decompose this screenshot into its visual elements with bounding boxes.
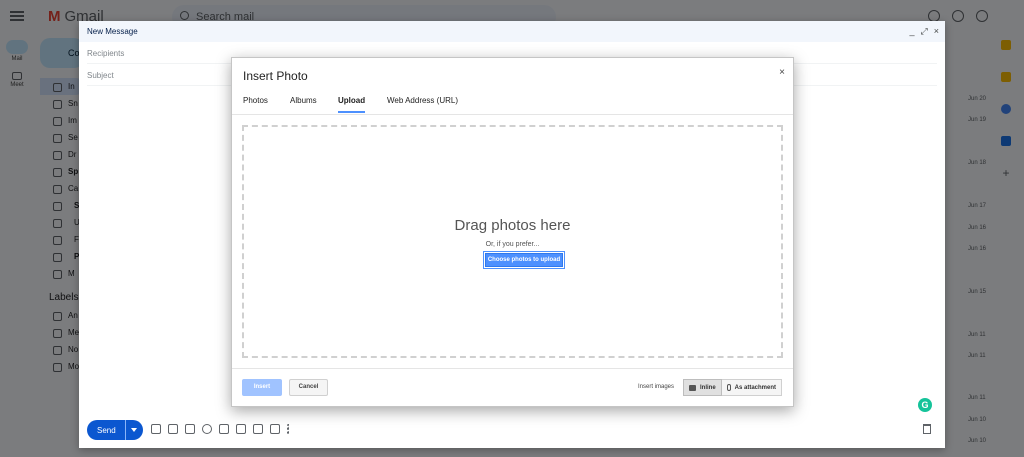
tab-photos[interactable]: Photos — [243, 96, 268, 111]
insert-drive-icon[interactable] — [219, 424, 229, 434]
dialog-tabs: Photos Albums Upload Web Address (URL) — [232, 91, 793, 115]
inline-option-button[interactable]: Inline — [683, 379, 722, 396]
insert-mode-toggle: Inline As attachment — [683, 379, 783, 396]
compose-window-controls: _ ⤢ × — [910, 26, 939, 37]
choose-photos-button[interactable]: Choose photos to upload — [483, 251, 565, 269]
insert-link-icon[interactable] — [185, 424, 195, 434]
dialog-footer: Insert Cancel Insert images Inline As at… — [232, 368, 793, 407]
dialog-close-icon[interactable]: × — [779, 67, 785, 78]
insert-images-label: Insert images — [638, 384, 675, 390]
formatting-options-icon[interactable] — [151, 424, 161, 434]
insert-button[interactable]: Insert — [242, 379, 282, 396]
compose-title: New Message — [87, 27, 138, 36]
send-button[interactable]: Send — [87, 420, 143, 440]
format-icons — [151, 424, 290, 434]
drop-subtitle: Or, if you prefer... — [485, 241, 540, 248]
insert-photo-icon[interactable] — [236, 424, 246, 434]
tab-upload[interactable]: Upload — [338, 96, 366, 113]
grammarly-icon[interactable]: G — [918, 398, 932, 412]
inline-image-icon — [689, 384, 696, 391]
dialog-title: Insert Photo — [243, 69, 308, 83]
drop-title: Drag photos here — [454, 217, 571, 234]
attach-file-icon[interactable] — [168, 424, 178, 434]
paperclip-icon — [726, 384, 731, 391]
close-icon[interactable]: × — [934, 26, 939, 37]
insert-photo-dialog: Insert Photo × Photos Albums Upload Web … — [231, 57, 794, 407]
insert-signature-icon[interactable] — [270, 424, 280, 434]
insert-emoji-icon[interactable] — [202, 424, 212, 434]
attachment-option-button[interactable]: As attachment — [721, 379, 783, 396]
more-options-icon[interactable] — [287, 424, 290, 434]
compose-header: New Message _ ⤢ × — [79, 21, 945, 42]
compose-toolbar: Send — [87, 420, 937, 440]
tab-web-address[interactable]: Web Address (URL) — [387, 96, 458, 111]
discard-draft-icon[interactable] — [923, 424, 931, 434]
expand-icon[interactable]: ⤢ — [921, 26, 928, 37]
confidential-mode-icon[interactable] — [253, 424, 263, 434]
cancel-button[interactable]: Cancel — [289, 379, 328, 396]
photo-drop-zone[interactable]: Drag photos here Or, if you prefer... Ch… — [242, 125, 783, 358]
send-options-chevron-down-icon[interactable] — [131, 428, 137, 432]
minimize-icon[interactable]: _ — [910, 26, 915, 37]
tab-albums[interactable]: Albums — [290, 96, 317, 111]
send-divider — [125, 420, 126, 440]
